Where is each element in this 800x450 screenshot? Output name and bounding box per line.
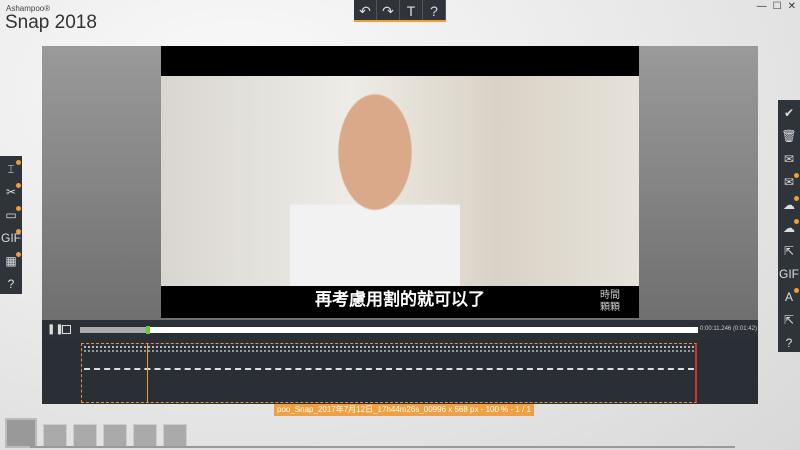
crop-icon[interactable]: ⌶ <box>0 158 22 181</box>
share-icon[interactable]: ⇱ <box>778 240 800 263</box>
cloud-upload-icon[interactable]: ☁ <box>778 194 800 217</box>
text-tool-button[interactable]: T <box>400 0 423 20</box>
export-video-icon[interactable]: ▭ <box>0 204 22 227</box>
watermark-line: 時間 <box>600 290 620 301</box>
file-info: poo_Snap_2017年7月12日_17h44m26s_00996 x 56… <box>274 404 534 416</box>
time-readout: 0:00:11.246 (0:01:42) <box>700 326 757 332</box>
thumbnail[interactable] <box>163 424 187 448</box>
thumbnail[interactable] <box>103 424 127 448</box>
email-share-icon[interactable]: ✉ <box>778 171 800 194</box>
help-button[interactable]: ? <box>423 0 446 20</box>
thumbnail[interactable] <box>43 424 67 448</box>
close-button[interactable]: ✕ <box>788 1 796 12</box>
undo-button[interactable]: ↶ <box>354 0 377 20</box>
left-toolbar: ⌶ ✂ ▭ GIF ▦? <box>0 156 22 294</box>
stop-button[interactable] <box>62 325 71 334</box>
timeline-clip[interactable] <box>81 343 697 403</box>
gif-export-icon[interactable]: GIF <box>778 263 800 286</box>
seek-bar[interactable] <box>80 326 698 334</box>
gif-icon[interactable]: GIF <box>0 227 22 250</box>
maximize-button[interactable]: ☐ <box>773 1 782 12</box>
window-controls: — ☐ ✕ <box>753 0 800 13</box>
watermark-line: 顆顆 <box>600 302 620 313</box>
film-add-icon[interactable]: ▦ <box>0 250 22 273</box>
top-toolbar: ↶ ↷ T ? <box>354 0 446 22</box>
app-title: Snap 2018 <box>5 12 97 33</box>
text-recognition-icon[interactable]: A <box>778 286 800 309</box>
current-time: 0:00:11.246 <box>700 326 732 332</box>
email-icon[interactable]: ✉ <box>778 148 800 171</box>
thumbnail[interactable] <box>5 418 37 448</box>
video-subject <box>290 80 460 286</box>
progress-fill <box>80 327 148 333</box>
thumbnail-scrollbar[interactable] <box>30 446 735 448</box>
cloud-icon[interactable]: ☁ <box>778 217 800 240</box>
open-with-icon[interactable]: ⇱ <box>778 309 800 332</box>
help-icon[interactable]: ? <box>0 273 22 296</box>
duration: (0:01:42) <box>732 326 757 332</box>
seek-handle[interactable] <box>145 326 150 334</box>
redo-button[interactable]: ↷ <box>377 0 400 20</box>
right-toolbar: ✔ 🗑 ✉ ✉ ☁ ☁ ⇱ GIF A ⇱? <box>778 100 800 352</box>
thumbnail-strip <box>0 412 187 448</box>
video-subtitle: 再考慮用割的就可以了 <box>161 286 639 318</box>
video-watermark: 時間 顆顆 <box>600 290 620 314</box>
delete-icon[interactable]: 🗑 <box>778 125 800 148</box>
cut-icon[interactable]: ✂ <box>0 181 22 204</box>
timeline-cursor[interactable] <box>147 343 148 403</box>
thumbnail[interactable] <box>73 424 97 448</box>
thumbnail[interactable] <box>133 424 157 448</box>
save-icon[interactable]: ✔ <box>778 102 800 125</box>
minimize-button[interactable]: — <box>757 1 767 12</box>
help-icon[interactable]: ? <box>778 332 800 355</box>
